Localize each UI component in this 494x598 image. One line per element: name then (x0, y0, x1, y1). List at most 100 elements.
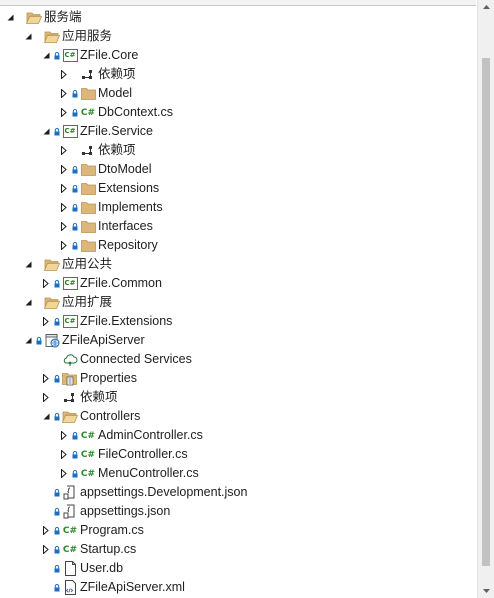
collapsed-arrow-icon[interactable] (41, 540, 51, 559)
tree-item[interactable]: appsettings.json (0, 502, 477, 521)
tree-item-label: ZFileApiServer (62, 333, 145, 347)
tree-item-label: Properties (80, 371, 137, 385)
collapsed-arrow-icon[interactable] (41, 369, 51, 388)
tree-item-label: ZFile.Common (80, 276, 162, 290)
tree-item[interactable]: Repository (0, 236, 477, 255)
tree-item-label: ZFile.Core (80, 48, 139, 62)
collapsed-arrow-icon[interactable] (59, 103, 69, 122)
collapsed-arrow-icon[interactable] (59, 179, 69, 198)
tree-item[interactable]: C# Program.cs (0, 521, 477, 540)
tree-item-label: 依赖项 (80, 390, 118, 404)
tree-item-label: DbContext.cs (98, 105, 174, 119)
csharp-file-icon: C# (80, 468, 96, 479)
tree-item-label: Repository (98, 238, 158, 252)
tree-item[interactable]: 服务端 (0, 8, 477, 27)
folder-open-icon (44, 255, 60, 274)
dependencies-icon (62, 388, 78, 407)
tree-item-label: Interfaces (98, 219, 153, 233)
tree-item[interactable]: ZFileApiServer (0, 331, 477, 350)
lock-icon (54, 369, 62, 388)
expanded-arrow-icon[interactable] (41, 46, 51, 65)
collapsed-arrow-icon[interactable] (41, 274, 51, 293)
collapsed-arrow-icon[interactable] (59, 445, 69, 464)
lock-icon (54, 122, 62, 141)
tree-item[interactable]: Properties (0, 369, 477, 388)
tree-item[interactable]: 应用服务 (0, 27, 477, 46)
csharp-file-icon: C# (62, 544, 78, 555)
tree-item[interactable]: 应用公共 (0, 255, 477, 274)
previous-pane-edge (0, 0, 476, 6)
tree-item-label: 依赖项 (98, 67, 136, 81)
tree-item[interactable]: C# DbContext.cs (0, 103, 477, 122)
expanded-arrow-icon[interactable] (23, 293, 33, 312)
expanded-arrow-icon[interactable] (5, 8, 15, 27)
collapsed-arrow-icon[interactable] (59, 217, 69, 236)
tree-item[interactable]: User.db (0, 559, 477, 578)
tree-item[interactable]: Model (0, 84, 477, 103)
lock-icon (72, 179, 80, 198)
scroll-up-arrow-icon[interactable] (478, 0, 494, 14)
tree-item[interactable]: Connected Services (0, 350, 477, 369)
tree-item[interactable]: Controllers (0, 407, 477, 426)
collapsed-arrow-icon[interactable] (41, 312, 51, 331)
collapsed-arrow-icon[interactable] (59, 426, 69, 445)
collapsed-arrow-icon[interactable] (59, 464, 69, 483)
collapsed-arrow-icon[interactable] (59, 141, 69, 160)
tree-item[interactable]: C# ZFile.Service (0, 122, 477, 141)
scrollbar-thumb[interactable] (482, 58, 490, 566)
tree-item-label: ZFile.Extensions (80, 314, 173, 328)
tree-item[interactable]: ZFileApiServer.xml (0, 578, 477, 597)
tree-item[interactable]: Extensions (0, 179, 477, 198)
tree-item-label: Implements (98, 200, 163, 214)
tree-item[interactable]: C# FileController.cs (0, 445, 477, 464)
tree-item[interactable]: Interfaces (0, 217, 477, 236)
tree-item-label: FileController.cs (98, 447, 188, 461)
tree-item[interactable]: C# MenuController.cs (0, 464, 477, 483)
folder-icon (80, 217, 96, 236)
lock-icon (54, 559, 62, 578)
tree-item[interactable]: C# ZFile.Extensions (0, 312, 477, 331)
tree-item[interactable]: 依赖项 (0, 388, 477, 407)
tree-item-label: 服务端 (44, 10, 82, 24)
collapsed-arrow-icon[interactable] (41, 388, 51, 407)
folder-icon (80, 236, 96, 255)
lock-icon (36, 331, 44, 350)
csharp-project-icon: C# (62, 122, 78, 141)
collapsed-arrow-icon[interactable] (59, 84, 69, 103)
solution-explorer-tree[interactable]: 服务端 应用服务 C# ZFile.Core 依赖项 Model C# DbContext.c… (0, 8, 477, 597)
tree-item-label: Startup.cs (80, 542, 137, 556)
expanded-arrow-icon[interactable] (41, 407, 51, 426)
collapsed-arrow-icon[interactable] (59, 236, 69, 255)
tree-item[interactable]: C# Startup.cs (0, 540, 477, 559)
dependencies-icon (80, 65, 96, 84)
tree-item-label: Connected Services (80, 352, 192, 366)
tree-item[interactable]: Implements (0, 198, 477, 217)
tree-item[interactable]: DtoModel (0, 160, 477, 179)
tree-item[interactable]: C# ZFile.Core (0, 46, 477, 65)
vertical-scrollbar[interactable] (477, 0, 494, 598)
tree-item-label: DtoModel (98, 162, 152, 176)
collapsed-arrow-icon[interactable] (59, 160, 69, 179)
tree-item-label: MenuController.cs (98, 466, 199, 480)
tree-item[interactable]: appsettings.Development.json (0, 483, 477, 502)
tree-item[interactable]: 依赖项 (0, 65, 477, 84)
tree-item-label: 应用公共 (62, 257, 113, 271)
collapsed-arrow-icon[interactable] (59, 65, 69, 84)
lock-icon (54, 483, 62, 502)
csharp-project-icon: C# (62, 274, 78, 293)
expanded-arrow-icon[interactable] (23, 331, 33, 350)
lock-icon (54, 502, 62, 521)
expanded-arrow-icon[interactable] (23, 27, 33, 46)
tree-item[interactable]: C# AdminController.cs (0, 426, 477, 445)
collapsed-arrow-icon[interactable] (41, 521, 51, 540)
scroll-down-arrow-icon[interactable] (478, 584, 494, 598)
tree-item-label: ZFile.Service (80, 124, 153, 138)
tree-item[interactable]: C# ZFile.Common (0, 274, 477, 293)
expanded-arrow-icon[interactable] (41, 122, 51, 141)
folder-icon (80, 84, 96, 103)
tree-item[interactable]: 应用扩展 (0, 293, 477, 312)
expanded-arrow-icon[interactable] (23, 255, 33, 274)
tree-item-label: Controllers (80, 409, 141, 423)
collapsed-arrow-icon[interactable] (59, 198, 69, 217)
tree-item[interactable]: 依赖项 (0, 141, 477, 160)
